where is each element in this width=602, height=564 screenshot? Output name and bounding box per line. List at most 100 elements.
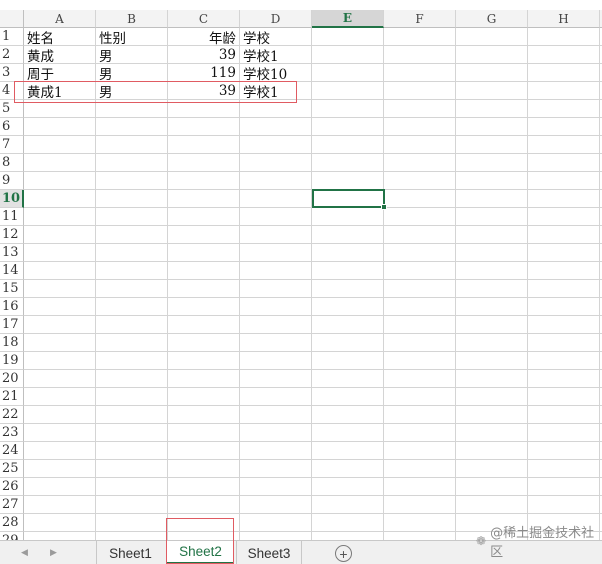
cell[interactable] [528,316,600,334]
cell[interactable] [456,370,528,388]
cell[interactable] [384,100,456,118]
cell[interactable] [168,136,240,154]
cell[interactable] [384,28,456,46]
cell[interactable] [384,46,456,64]
cell[interactable] [456,172,528,190]
cell[interactable]: 姓名 [24,28,96,47]
cell[interactable] [384,478,456,496]
cell[interactable] [312,352,384,370]
cell[interactable] [96,442,168,460]
cell[interactable] [96,262,168,280]
cell[interactable] [168,424,240,442]
cell[interactable] [168,514,240,532]
cell[interactable] [312,244,384,262]
cell[interactable] [96,514,168,532]
cell[interactable] [168,226,240,244]
cell[interactable] [96,424,168,442]
cell[interactable] [168,100,240,118]
cell[interactable] [96,208,168,226]
cell[interactable] [384,298,456,316]
cell[interactable] [384,208,456,226]
cell[interactable] [312,190,384,208]
cell[interactable] [456,316,528,334]
cell[interactable] [384,244,456,262]
cell[interactable] [312,28,384,46]
cell[interactable] [168,208,240,226]
cell[interactable] [528,154,600,172]
cell[interactable] [24,298,96,316]
cell[interactable] [24,172,96,190]
column-header-g[interactable]: G [456,10,528,28]
cell[interactable] [312,262,384,280]
cell[interactable] [96,244,168,262]
cell[interactable] [312,442,384,460]
cell[interactable] [528,64,600,82]
row-header-11[interactable]: 11 [0,208,24,226]
column-header-d[interactable]: D [240,10,312,28]
cell[interactable] [96,370,168,388]
cell[interactable]: 男 [96,64,168,83]
row-header-20[interactable]: 20 [0,370,24,388]
cell[interactable] [384,334,456,352]
cell[interactable] [24,100,96,118]
cell[interactable] [24,280,96,298]
row-header-1[interactable]: 1 [0,28,24,46]
row-header-24[interactable]: 24 [0,442,24,460]
cell[interactable] [24,406,96,424]
cell[interactable]: 学校10 [240,64,312,83]
column-header-h[interactable]: H [528,10,600,28]
cell[interactable] [240,442,312,460]
cell[interactable] [528,280,600,298]
row-header-9[interactable]: 9 [0,172,24,190]
cell[interactable] [240,118,312,136]
cell[interactable] [96,460,168,478]
cell[interactable] [168,370,240,388]
cell[interactable] [168,406,240,424]
cell[interactable]: 119 [168,64,240,82]
cell[interactable] [384,352,456,370]
cell[interactable] [240,226,312,244]
cell[interactable] [528,370,600,388]
cell[interactable] [24,118,96,136]
cell[interactable] [240,352,312,370]
row-header-18[interactable]: 18 [0,334,24,352]
cell[interactable] [24,532,96,540]
cell[interactable] [312,118,384,136]
row-header-26[interactable]: 26 [0,478,24,496]
cell[interactable] [528,298,600,316]
cell[interactable] [168,316,240,334]
cell[interactable] [384,424,456,442]
cell[interactable] [384,226,456,244]
cell[interactable] [96,100,168,118]
cell[interactable] [24,514,96,532]
cell[interactable] [456,64,528,82]
cell[interactable] [168,154,240,172]
cell[interactable] [240,460,312,478]
cell[interactable] [384,262,456,280]
cell[interactable] [528,46,600,64]
cell[interactable] [384,532,456,540]
cell[interactable] [168,298,240,316]
tab-sheet2[interactable]: Sheet2 [166,541,234,564]
cell[interactable] [456,82,528,100]
cell[interactable] [456,334,528,352]
tab-sheet3[interactable]: Sheet3 [236,541,302,564]
cell[interactable] [384,442,456,460]
cell[interactable]: 男 [96,46,168,65]
cell[interactable] [456,460,528,478]
cell[interactable] [528,352,600,370]
cell[interactable] [96,532,168,540]
cell[interactable] [456,496,528,514]
cell[interactable] [384,172,456,190]
row-header-4[interactable]: 4 [0,82,24,100]
cell[interactable] [456,46,528,64]
cell[interactable] [24,370,96,388]
cell[interactable] [528,172,600,190]
cell[interactable] [24,262,96,280]
cell[interactable]: 39 [168,46,240,64]
cell[interactable] [24,226,96,244]
cell[interactable] [528,82,600,100]
cell[interactable] [528,208,600,226]
cell[interactable] [240,172,312,190]
cell[interactable] [240,514,312,532]
